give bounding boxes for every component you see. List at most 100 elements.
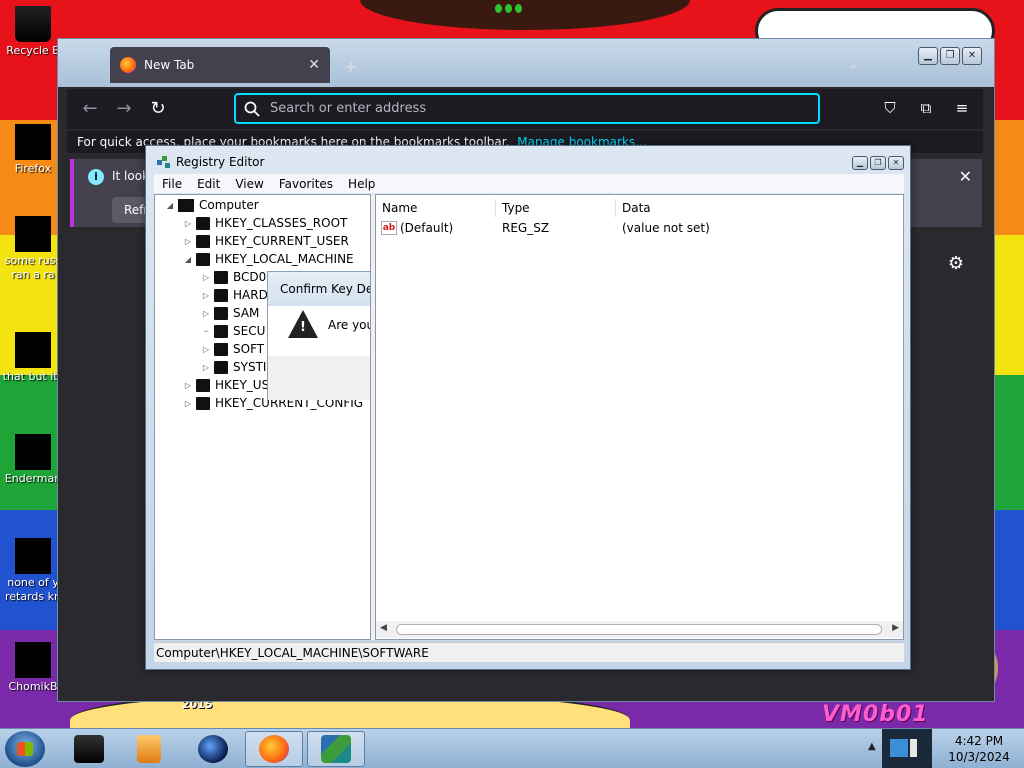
window-controls: ▁ ❐ ✕ (918, 47, 982, 65)
scroll-right-icon[interactable]: ▶ (892, 623, 899, 633)
computer-icon (178, 198, 194, 212)
tree-node-security[interactable]: ┈ SECU (201, 324, 266, 338)
tree-node-hkcu[interactable]: ▷ HKEY_CURRENT_USER (183, 234, 349, 248)
tree-node-label: BCD0 (233, 270, 267, 284)
notification-message: It look (112, 169, 150, 183)
expand-arrow-icon[interactable]: ▷ (201, 363, 211, 372)
folder-icon (214, 270, 228, 284)
tree-node-label: HKEY_CURRENT_USER (215, 234, 349, 248)
volume-icon[interactable] (910, 739, 928, 757)
expand-arrow-icon[interactable]: ▷ (201, 309, 211, 318)
tree-node-label: HKEY_US (215, 378, 270, 392)
tree-node-label: SAM (233, 306, 260, 320)
tree-node-sam[interactable]: ▷ SAM (201, 306, 259, 320)
close-notification-icon[interactable]: ✕ (959, 167, 972, 186)
windows-logo-icon (17, 742, 33, 756)
menu-view[interactable]: View (227, 177, 270, 191)
menu-file[interactable]: File (154, 177, 189, 191)
expand-arrow-icon[interactable]: ▷ (183, 219, 193, 228)
firefox-icon (120, 57, 136, 73)
close-button[interactable]: ✕ (888, 156, 904, 170)
menu-edit[interactable]: Edit (189, 177, 227, 191)
back-button[interactable]: ← (73, 94, 107, 124)
pocket-icon[interactable]: ⛉ (877, 95, 903, 121)
registry-icon (321, 735, 351, 763)
reload-button[interactable]: ↻ (141, 94, 175, 124)
tree-node-hklm[interactable]: ◢ HKEY_LOCAL_MACHINE (183, 252, 354, 266)
close-tab-icon[interactable]: ✕ (308, 57, 320, 73)
hamster-icon (15, 642, 51, 678)
clock[interactable]: 4:42 PM 10/3/2024 (938, 733, 1020, 765)
show-hidden-icons-icon[interactable]: ▲ (868, 741, 876, 752)
minimize-button[interactable]: ▁ (852, 156, 868, 170)
tree-node-software[interactable]: ▷ SOFT (201, 342, 264, 356)
column-header-name[interactable]: Name (376, 199, 496, 217)
wallpaper-eye (495, 4, 502, 13)
scrollbar-thumb[interactable] (396, 624, 882, 635)
address-bar[interactable] (234, 93, 820, 124)
tab-new-tab[interactable]: New Tab ✕ (110, 47, 330, 83)
expand-arrow-icon[interactable]: ▷ (201, 291, 211, 300)
taskbar-app-media-player[interactable] (120, 731, 178, 767)
expand-arrow-icon[interactable]: ▷ (183, 399, 193, 408)
recycle-bin-icon (15, 6, 51, 42)
tree-node-hkcr[interactable]: ▷ HKEY_CLASSES_ROOT (183, 216, 347, 230)
search-icon (244, 101, 260, 117)
column-header-type[interactable]: Type (496, 199, 616, 217)
watermark-text: VM0b01 (822, 702, 929, 727)
dialog-button-area (268, 356, 370, 400)
folder-icon (196, 396, 210, 410)
address-input[interactable] (270, 101, 770, 116)
taskbar-app-browser[interactable] (184, 731, 242, 767)
collapse-arrow-icon[interactable]: ◢ (165, 201, 175, 210)
expand-arrow-icon[interactable]: ▷ (201, 345, 211, 354)
key-tree[interactable]: ◢ Computer ▷ HKEY_CLASSES_ROOT ▷ HKEY_CU… (154, 194, 371, 640)
media-player-icon (137, 735, 161, 763)
new-tab-button[interactable]: + (344, 57, 357, 76)
menu-help[interactable]: Help (340, 177, 382, 191)
values-list[interactable]: Name Type Data ab (Default) REG_SZ (valu… (375, 194, 904, 640)
list-tabs-button[interactable]: ⌄ (848, 57, 858, 71)
start-button[interactable] (5, 731, 45, 767)
clock-time: 4:42 PM (954, 734, 1004, 748)
menu-bar: File Edit View Favorites Help (154, 174, 904, 193)
value-name[interactable]: (Default) (400, 221, 453, 235)
tree-node-bcd[interactable]: ▷ BCD0 (201, 270, 266, 284)
expand-arrow-icon[interactable]: ▷ (183, 237, 193, 246)
firefox-titlebar: New Tab ✕ + ⌄ ▁ ❐ ✕ (58, 39, 994, 87)
expand-arrow-icon[interactable]: ▷ (201, 273, 211, 282)
scroll-left-icon[interactable]: ◀ (380, 623, 387, 633)
maximize-button[interactable]: ❐ (940, 47, 960, 65)
gear-icon[interactable]: ⚙ (946, 253, 966, 274)
maximize-button[interactable]: ❐ (870, 156, 886, 170)
shortcut-icon (15, 332, 51, 368)
folder-icon (74, 735, 104, 763)
clock-date: 10/3/2024 (948, 750, 1010, 764)
column-header-data[interactable]: Data (616, 199, 903, 217)
folder-icon (214, 288, 228, 302)
folder-icon (196, 378, 210, 392)
system-tray: ▲ 4:42 PM 10/3/2024 (864, 729, 1024, 768)
warning-icon-mark: ! (300, 320, 306, 335)
tree-node-hardware[interactable]: ▷ HARD (201, 288, 268, 302)
minimize-button[interactable]: ▁ (918, 47, 938, 65)
tree-node-computer[interactable]: ◢ Computer (165, 198, 259, 212)
menu-icon[interactable]: ≡ (949, 95, 975, 121)
forward-button[interactable]: → (107, 94, 141, 124)
tree-node-system[interactable]: ▷ SYSTI (201, 360, 267, 374)
collapse-arrow-icon[interactable]: ◢ (183, 255, 193, 264)
expand-arrow-icon[interactable]: ▷ (183, 381, 193, 390)
string-value-icon: ab (381, 221, 397, 235)
extensions-icon[interactable]: ⧉ (913, 95, 939, 121)
taskbar-app-explorer[interactable] (60, 731, 118, 767)
folder-icon (214, 342, 228, 356)
network-icon[interactable] (890, 739, 908, 757)
tree-node-hku[interactable]: ▷ HKEY_US (183, 378, 269, 392)
close-button[interactable]: ✕ (962, 47, 982, 65)
window-controls: ▁ ❐ ✕ (852, 156, 904, 170)
tree-node-label: SYSTI (233, 360, 267, 374)
horizontal-scrollbar[interactable]: ◀ ▶ (376, 621, 903, 638)
taskbar-app-firefox[interactable] (245, 731, 303, 767)
menu-favorites[interactable]: Favorites (271, 177, 340, 191)
taskbar-app-registry-editor[interactable] (307, 731, 365, 767)
